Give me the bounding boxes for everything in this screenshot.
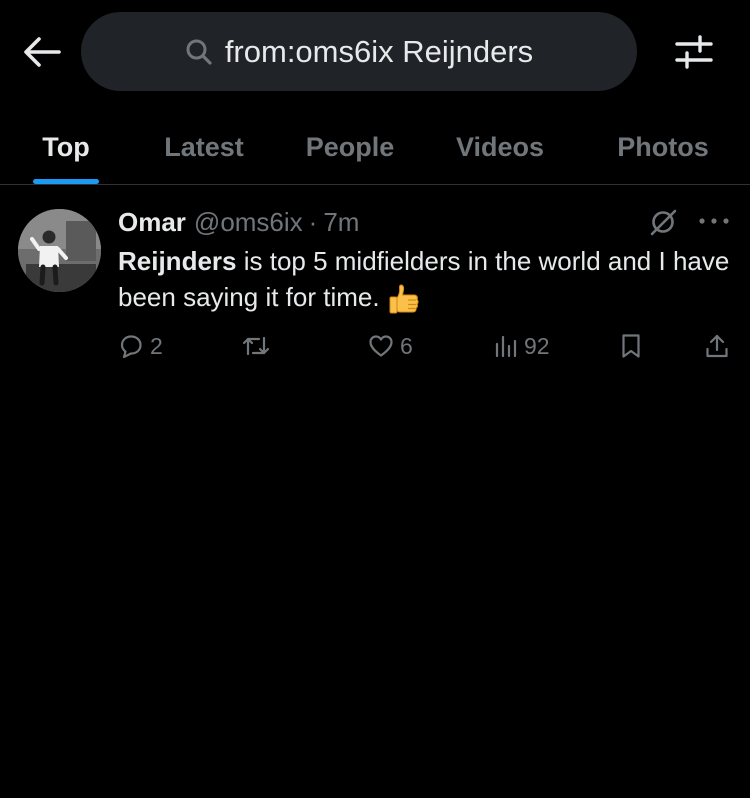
search-tabs: Top Latest People Videos Photos — [0, 110, 750, 185]
views-icon — [495, 335, 517, 358]
search-query: from:oms6ix Reijnders — [224, 33, 534, 69]
like-count: 6 — [400, 332, 413, 359]
thumbs-up-emoji — [389, 284, 419, 314]
time-separator: · — [308, 206, 318, 237]
view-count: 92 — [524, 332, 550, 359]
back-button[interactable] — [20, 30, 64, 74]
post-text-highlight: Reijnders — [118, 246, 237, 276]
repost-icon — [242, 336, 270, 356]
back-arrow-icon — [24, 37, 61, 67]
views-button[interactable]: 92 — [494, 329, 550, 363]
like-button[interactable]: 6 — [368, 329, 413, 363]
tab-label: Videos — [455, 131, 545, 162]
post-time[interactable]: 7m — [323, 207, 359, 238]
like-icon — [369, 335, 393, 357]
author-handle[interactable]: @oms6ix — [194, 207, 303, 238]
post-header: Omar @oms6ix · 7m — [118, 204, 359, 240]
post-action-bar: 2 6 92 — [118, 329, 738, 363]
post[interactable]: Omar @oms6ix · 7m Reijnders is top 5 mid… — [0, 185, 750, 375]
post-text: Reijnders is top 5 midfielders in the wo… — [118, 243, 738, 316]
reply-count: 2 — [150, 332, 163, 359]
avatar[interactable] — [18, 209, 101, 292]
tab-label: People — [305, 131, 395, 162]
reply-icon — [120, 335, 142, 359]
tab-photos[interactable]: Photos — [600, 110, 726, 184]
tab-label: Top — [42, 131, 90, 162]
reply-button[interactable]: 2 — [118, 329, 163, 363]
author-name[interactable]: Omar — [118, 207, 186, 238]
filter-sliders-icon — [675, 35, 713, 69]
repost-button[interactable] — [242, 329, 276, 363]
tab-latest[interactable]: Latest — [150, 110, 258, 184]
tab-people[interactable]: People — [290, 110, 410, 184]
grok-icon[interactable] — [648, 207, 678, 237]
bookmark-button[interactable] — [620, 329, 642, 363]
share-button[interactable] — [704, 329, 730, 363]
search-input[interactable]: from:oms6ix Reijnders — [81, 12, 637, 91]
active-tab-indicator — [33, 179, 99, 184]
tab-videos[interactable]: Videos — [442, 110, 558, 184]
search-header: from:oms6ix Reijnders — [0, 0, 750, 110]
search-filter-button[interactable] — [671, 32, 717, 72]
more-icon[interactable] — [697, 211, 731, 231]
tab-label: Latest — [164, 131, 244, 162]
search-icon — [186, 39, 212, 65]
share-icon — [706, 334, 728, 358]
avatar-photo — [18, 209, 101, 292]
bookmark-icon — [622, 334, 640, 358]
tab-label: Photos — [617, 131, 709, 162]
tab-top[interactable]: Top — [30, 110, 102, 184]
